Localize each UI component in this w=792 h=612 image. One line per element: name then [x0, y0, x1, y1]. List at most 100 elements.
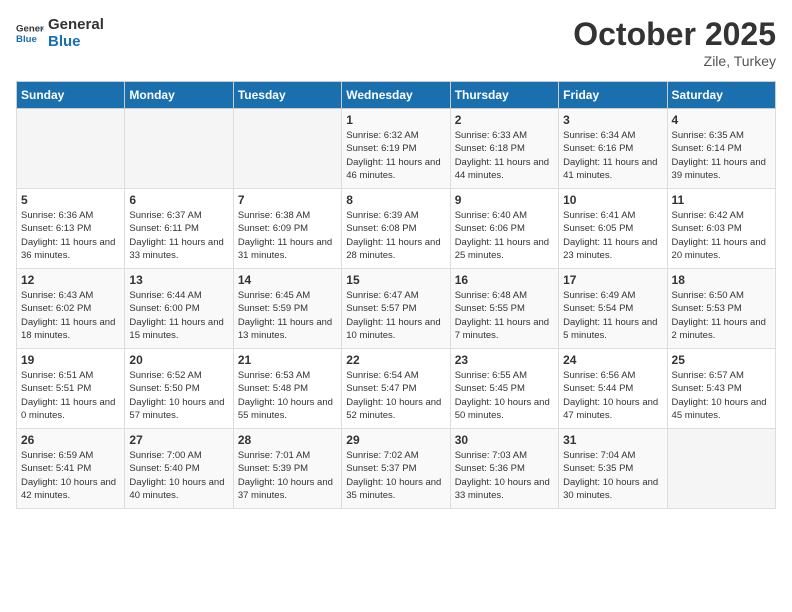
calendar-cell	[233, 109, 341, 189]
day-number: 8	[346, 193, 445, 207]
day-info: Sunrise: 6:56 AM Sunset: 5:44 PM Dayligh…	[563, 369, 662, 422]
calendar-cell: 18Sunrise: 6:50 AM Sunset: 5:53 PM Dayli…	[667, 269, 775, 349]
day-number: 20	[129, 353, 228, 367]
calendar-week-1: 1 Sunrise: 6:32 AM Sunset: 6:19 PM Daylig…	[17, 109, 776, 189]
day-info: Sunrise: 6:47 AM Sunset: 5:57 PM Dayligh…	[346, 289, 445, 342]
day-info: Sunrise: 6:52 AM Sunset: 5:50 PM Dayligh…	[129, 369, 228, 422]
day-number: 12	[21, 273, 120, 287]
calendar-cell: 9 Sunrise: 6:40 AM Sunset: 6:06 PM Daylig…	[450, 189, 558, 269]
weekday-header-saturday: Saturday	[667, 82, 775, 109]
day-number: 16	[455, 273, 554, 287]
calendar-cell: 30Sunrise: 7:03 AM Sunset: 5:36 PM Dayli…	[450, 429, 558, 509]
day-info: Sunrise: 6:32 AM Sunset: 6:19 PM Dayligh…	[346, 129, 445, 182]
calendar-cell	[667, 429, 775, 509]
day-info: Sunrise: 6:51 AM Sunset: 5:51 PM Dayligh…	[21, 369, 120, 422]
calendar-week-3: 12 Sunrise: 6:43 AM Sunset: 6:02 PM Dayli…	[17, 269, 776, 349]
day-info: Sunrise: 6:39 AM Sunset: 6:08 PM Dayligh…	[346, 209, 445, 262]
calendar-cell: 13Sunrise: 6:44 AM Sunset: 6:00 PM Dayli…	[125, 269, 233, 349]
day-number: 4	[672, 113, 771, 127]
calendar-week-2: 5 Sunrise: 6:36 AM Sunset: 6:13 PM Daylig…	[17, 189, 776, 269]
day-info: Sunrise: 7:02 AM Sunset: 5:37 PM Dayligh…	[346, 449, 445, 502]
day-info: Sunrise: 6:38 AM Sunset: 6:09 PM Dayligh…	[238, 209, 337, 262]
calendar-cell: 25Sunrise: 6:57 AM Sunset: 5:43 PM Dayli…	[667, 349, 775, 429]
day-number: 3	[563, 113, 662, 127]
day-info: Sunrise: 6:55 AM Sunset: 5:45 PM Dayligh…	[455, 369, 554, 422]
title-block: October 2025 Zile, Turkey	[573, 16, 776, 69]
page-header: General Blue General Blue October 2025 Z…	[16, 16, 776, 69]
calendar-cell: 7 Sunrise: 6:38 AM Sunset: 6:09 PM Daylig…	[233, 189, 341, 269]
calendar-cell: 14Sunrise: 6:45 AM Sunset: 5:59 PM Dayli…	[233, 269, 341, 349]
calendar-cell: 12 Sunrise: 6:43 AM Sunset: 6:02 PM Dayli…	[17, 269, 125, 349]
day-number: 11	[672, 193, 771, 207]
calendar-cell: 6 Sunrise: 6:37 AM Sunset: 6:11 PM Daylig…	[125, 189, 233, 269]
day-info: Sunrise: 6:44 AM Sunset: 6:00 PM Dayligh…	[129, 289, 228, 342]
day-number: 2	[455, 113, 554, 127]
calendar-cell: 19 Sunrise: 6:51 AM Sunset: 5:51 PM Dayli…	[17, 349, 125, 429]
calendar-cell: 16 Sunrise: 6:48 AM Sunset: 5:55 PM Dayli…	[450, 269, 558, 349]
day-info: Sunrise: 6:37 AM Sunset: 6:11 PM Dayligh…	[129, 209, 228, 262]
day-info: Sunrise: 6:36 AM Sunset: 6:13 PM Dayligh…	[21, 209, 120, 262]
calendar-week-4: 19 Sunrise: 6:51 AM Sunset: 5:51 PM Dayli…	[17, 349, 776, 429]
day-number: 19	[21, 353, 120, 367]
day-number: 23	[455, 353, 554, 367]
weekday-header-tuesday: Tuesday	[233, 82, 341, 109]
calendar-cell: 8 Sunrise: 6:39 AM Sunset: 6:08 PM Daylig…	[342, 189, 450, 269]
calendar-cell: 23 Sunrise: 6:55 AM Sunset: 5:45 PM Dayli…	[450, 349, 558, 429]
day-number: 14	[238, 273, 337, 287]
day-number: 28	[238, 433, 337, 447]
logo-icon: General Blue	[16, 19, 44, 47]
calendar-cell: 27Sunrise: 7:00 AM Sunset: 5:40 PM Dayli…	[125, 429, 233, 509]
logo-general-text: General	[48, 16, 104, 33]
day-info: Sunrise: 6:57 AM Sunset: 5:43 PM Dayligh…	[672, 369, 771, 422]
calendar-cell: 10Sunrise: 6:41 AM Sunset: 6:05 PM Dayli…	[559, 189, 667, 269]
calendar-header-row: SundayMondayTuesdayWednesdayThursdayFrid…	[17, 82, 776, 109]
calendar-cell: 4Sunrise: 6:35 AM Sunset: 6:14 PM Daylig…	[667, 109, 775, 189]
calendar-cell: 15 Sunrise: 6:47 AM Sunset: 5:57 PM Dayli…	[342, 269, 450, 349]
calendar-cell: 2Sunrise: 6:33 AM Sunset: 6:18 PM Daylig…	[450, 109, 558, 189]
calendar-cell: 17Sunrise: 6:49 AM Sunset: 5:54 PM Dayli…	[559, 269, 667, 349]
day-info: Sunrise: 6:43 AM Sunset: 6:02 PM Dayligh…	[21, 289, 120, 342]
weekday-header-thursday: Thursday	[450, 82, 558, 109]
day-info: Sunrise: 6:34 AM Sunset: 6:16 PM Dayligh…	[563, 129, 662, 182]
calendar-cell	[125, 109, 233, 189]
calendar-table: SundayMondayTuesdayWednesdayThursdayFrid…	[16, 81, 776, 509]
weekday-header-friday: Friday	[559, 82, 667, 109]
location-text: Zile, Turkey	[573, 53, 776, 69]
calendar-cell: 20 Sunrise: 6:52 AM Sunset: 5:50 PM Dayli…	[125, 349, 233, 429]
day-info: Sunrise: 6:53 AM Sunset: 5:48 PM Dayligh…	[238, 369, 337, 422]
day-number: 21	[238, 353, 337, 367]
day-info: Sunrise: 6:41 AM Sunset: 6:05 PM Dayligh…	[563, 209, 662, 262]
day-number: 24	[563, 353, 662, 367]
day-number: 7	[238, 193, 337, 207]
calendar-cell: 5 Sunrise: 6:36 AM Sunset: 6:13 PM Daylig…	[17, 189, 125, 269]
day-number: 6	[129, 193, 228, 207]
calendar-cell: 21 Sunrise: 6:53 AM Sunset: 5:48 PM Dayli…	[233, 349, 341, 429]
day-number: 22	[346, 353, 445, 367]
day-number: 31	[563, 433, 662, 447]
day-number: 5	[21, 193, 120, 207]
day-info: Sunrise: 6:48 AM Sunset: 5:55 PM Dayligh…	[455, 289, 554, 342]
day-info: Sunrise: 6:54 AM Sunset: 5:47 PM Dayligh…	[346, 369, 445, 422]
day-info: Sunrise: 7:01 AM Sunset: 5:39 PM Dayligh…	[238, 449, 337, 502]
calendar-cell: 24 Sunrise: 6:56 AM Sunset: 5:44 PM Dayli…	[559, 349, 667, 429]
weekday-header-wednesday: Wednesday	[342, 82, 450, 109]
calendar-cell: 1 Sunrise: 6:32 AM Sunset: 6:19 PM Daylig…	[342, 109, 450, 189]
day-info: Sunrise: 6:59 AM Sunset: 5:41 PM Dayligh…	[21, 449, 120, 502]
logo: General Blue General Blue	[16, 16, 104, 51]
calendar-week-5: 26 Sunrise: 6:59 AM Sunset: 5:41 PM Dayli…	[17, 429, 776, 509]
day-number: 18	[672, 273, 771, 287]
day-info: Sunrise: 7:03 AM Sunset: 5:36 PM Dayligh…	[455, 449, 554, 502]
calendar-cell: 28 Sunrise: 7:01 AM Sunset: 5:39 PM Dayli…	[233, 429, 341, 509]
weekday-header-monday: Monday	[125, 82, 233, 109]
day-number: 9	[455, 193, 554, 207]
calendar-cell: 29 Sunrise: 7:02 AM Sunset: 5:37 PM Dayli…	[342, 429, 450, 509]
month-title: October 2025	[573, 16, 776, 53]
day-number: 1	[346, 113, 445, 127]
day-number: 29	[346, 433, 445, 447]
day-number: 26	[21, 433, 120, 447]
day-info: Sunrise: 6:40 AM Sunset: 6:06 PM Dayligh…	[455, 209, 554, 262]
day-number: 15	[346, 273, 445, 287]
logo-blue-text: Blue	[48, 33, 104, 50]
calendar-cell: 22 Sunrise: 6:54 AM Sunset: 5:47 PM Dayli…	[342, 349, 450, 429]
calendar-cell: 3 Sunrise: 6:34 AM Sunset: 6:16 PM Daylig…	[559, 109, 667, 189]
